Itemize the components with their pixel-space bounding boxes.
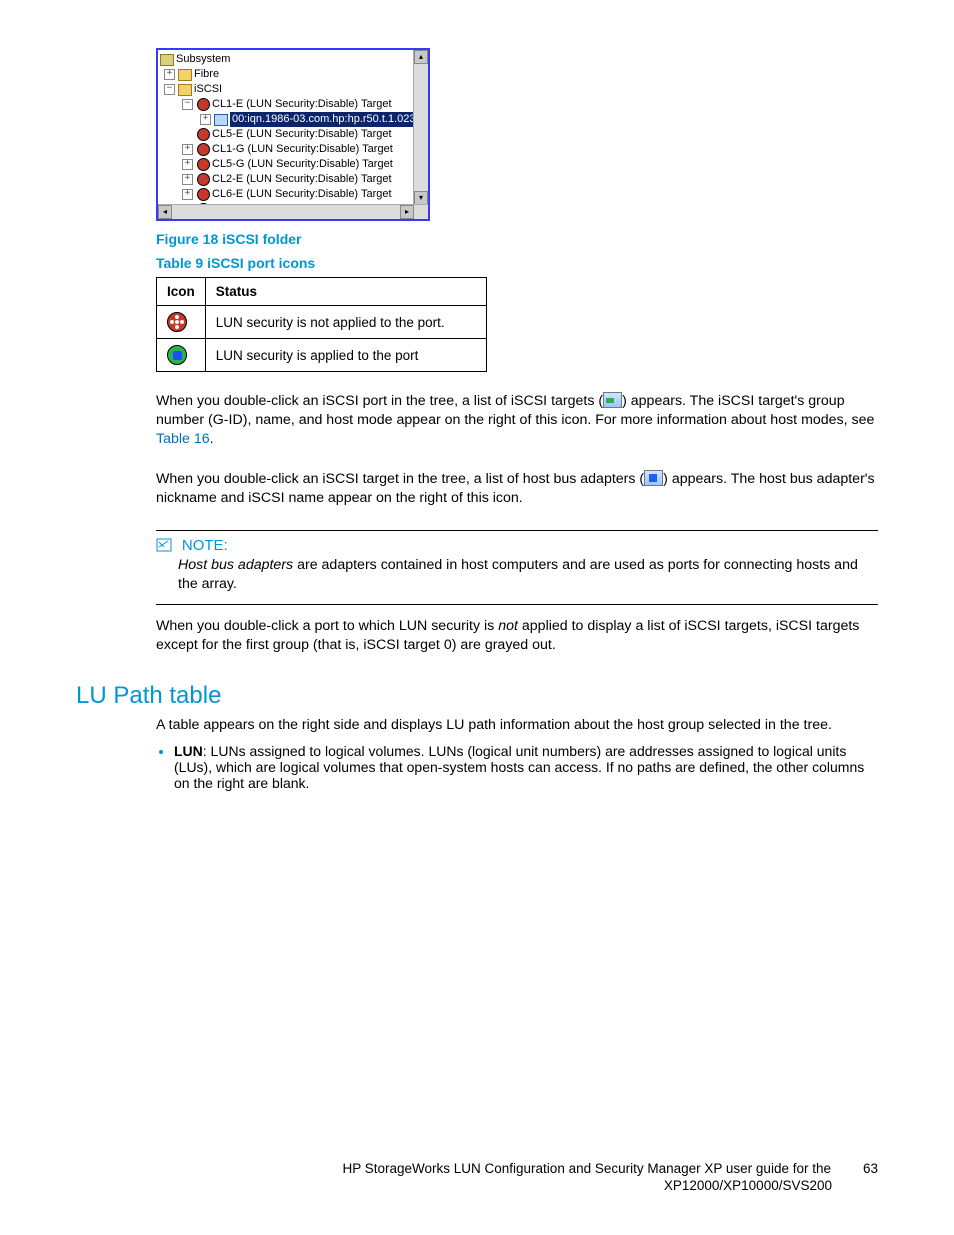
paragraph: A table appears on the right side and di… [156,716,878,735]
collapse-icon[interactable]: − [164,84,175,95]
table-header: Icon [157,278,206,306]
folder-icon [178,69,192,81]
tree-label: iSCSI [194,82,222,97]
page-footer: HP StorageWorks LUN Configuration and Se… [76,1160,878,1195]
port-icon [196,189,210,201]
tree-row-port[interactable]: + CL6-E (LUN Security:Disable) Target [160,187,426,202]
tree-label: CL5-G (LUN Security:Disable) Target [212,157,393,172]
expand-icon[interactable]: + [164,69,175,80]
paragraph: When you double-click an iSCSI target in… [156,470,878,508]
icon-cell [157,306,206,339]
collapse-icon[interactable]: − [182,99,193,110]
paragraph: When you double-click an iSCSI port in t… [156,392,878,450]
port-icon [196,159,210,171]
list-item: LUN: LUNs assigned to logical volumes. L… [174,743,878,791]
port-icon [196,129,210,141]
folder-icon [178,84,192,96]
vertical-scrollbar[interactable]: ▴ ▾ [413,50,428,205]
table-caption: Table 9 iSCSI port icons [156,255,878,271]
paragraph: When you double-click a port to which LU… [156,617,878,655]
expand-icon[interactable]: + [182,144,193,155]
port-secure-icon [167,345,187,365]
tree-label: CL1-G (LUN Security:Disable) Target [212,142,393,157]
tree-label: CL5-E (LUN Security:Disable) Target [212,127,392,142]
note-emphasis: Host bus adapters [178,557,293,573]
tree-label-selected: 00:iqn.1986-03.com.hp:hp.r50.t.1.023 [230,112,417,127]
port-icon [196,99,210,111]
scroll-left-icon[interactable]: ◂ [158,205,172,219]
table-row: LUN security is applied to the port [157,339,487,372]
icon-table: Icon Status LUN security is not applied … [156,277,487,372]
table16-link[interactable]: Table 16 [156,431,210,447]
note-icon [156,538,174,552]
expand-icon[interactable]: + [200,114,211,125]
target-icon [214,114,228,126]
hba-icon [644,470,663,486]
tree-row-port[interactable]: + CL1-G (LUN Security:Disable) Target [160,142,426,157]
port-insecure-icon [167,312,187,332]
subsystem-icon [160,54,174,66]
iscsi-target-icon [603,392,622,408]
tree-label: CL6-E (LUN Security:Disable) Target [212,187,392,202]
expand-icon[interactable]: + [182,189,193,200]
table-header: Status [205,278,486,306]
tree-row-fibre[interactable]: + Fibre [160,67,426,82]
tree-label: CL2-E (LUN Security:Disable) Target [212,172,392,187]
tree-row-target-selected[interactable]: + 00:iqn.1986-03.com.hp:hp.r50.t.1.023 [160,112,426,127]
page-number: 63 [846,1160,878,1178]
divider [156,604,878,605]
port-icon [196,174,210,186]
tree-view[interactable]: Subsystem + Fibre − iSCSI − [156,48,430,221]
section-heading: LU Path table [76,682,878,710]
tree-row-port[interactable]: + CL5-G (LUN Security:Disable) Target [160,157,426,172]
tree-row-port[interactable]: CL5-E (LUN Security:Disable) Target [160,127,426,142]
note-block: NOTE: Host bus adapters are adapters con… [156,537,878,594]
expand-icon[interactable]: + [182,159,193,170]
tree-label: CL1-E (LUN Security:Disable) Target [212,97,392,112]
status-cell: LUN security is applied to the port [205,339,486,372]
table-row: LUN security is not applied to the port. [157,306,487,339]
tree-label: Fibre [194,67,219,82]
tree-row-subsystem[interactable]: Subsystem [160,52,426,67]
horizontal-scrollbar[interactable]: ◂ ▸ [158,204,428,219]
tree-label: Subsystem [176,52,230,67]
bullet-list: LUN: LUNs assigned to logical volumes. L… [156,743,878,791]
tree-row-port[interactable]: − CL1-E (LUN Security:Disable) Target [160,97,426,112]
tree-row-iscsi[interactable]: − iSCSI [160,82,426,97]
scroll-right-icon[interactable]: ▸ [400,205,414,219]
icon-cell [157,339,206,372]
status-cell: LUN security is not applied to the port. [205,306,486,339]
expand-icon[interactable]: + [182,174,193,185]
figure-caption: Figure 18 iSCSI folder [156,231,878,247]
note-heading: NOTE: [182,537,228,554]
scroll-up-icon[interactable]: ▴ [414,50,428,64]
divider [156,530,878,531]
scroll-down-icon[interactable]: ▾ [414,191,428,205]
tree-row-port[interactable]: + CL2-E (LUN Security:Disable) Target [160,172,426,187]
port-icon [196,144,210,156]
